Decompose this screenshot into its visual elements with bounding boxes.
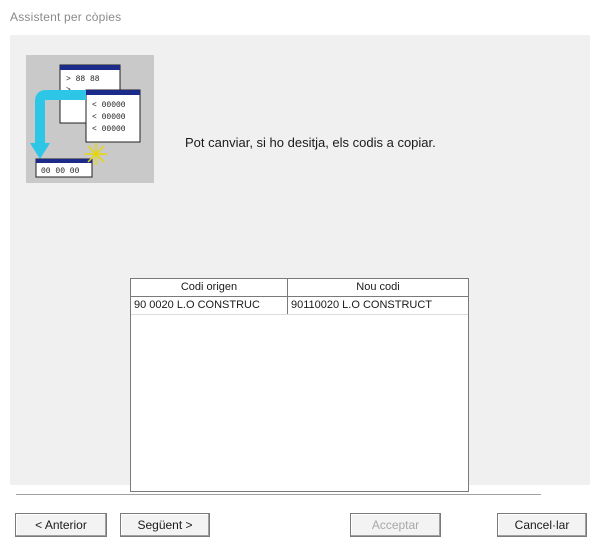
cell-source-code: 90 0020 L.O CONSTRUC bbox=[131, 297, 288, 314]
copy-arrow-head bbox=[30, 143, 50, 159]
cancel-button[interactable]: Cancel·lar bbox=[497, 513, 587, 537]
target-table-row: 00 00 00 bbox=[41, 167, 80, 176]
next-button[interactable]: Següent > bbox=[120, 513, 210, 537]
instruction-text: Pot canviar, si ho desitja, els codis a … bbox=[185, 135, 436, 150]
grid-header: Codi origen Nou codi bbox=[131, 279, 468, 297]
column-header-new-code[interactable]: Nou codi bbox=[288, 279, 468, 296]
column-header-source-code[interactable]: Codi origen bbox=[131, 279, 288, 296]
copy-wizard-window: Assistent per còpies > 88 88 > < 00000 <… bbox=[0, 0, 600, 547]
accept-button[interactable]: Acceptar bbox=[350, 513, 441, 537]
table-row[interactable]: 90 0020 L.O CONSTRUC 90110020 L.O CONSTR… bbox=[131, 297, 468, 315]
wizard-content-panel: > 88 88 > < 00000 < 00000 < 00000 00 00 … bbox=[10, 35, 590, 492]
back-table-row-1: > 88 88 bbox=[66, 75, 100, 84]
front-table-row-1: < 00000 bbox=[92, 101, 126, 110]
front-table-row-3: < 00000 bbox=[92, 125, 126, 134]
window-title: Assistent per còpies bbox=[10, 10, 122, 24]
front-table-row-2: < 00000 bbox=[92, 113, 126, 122]
previous-button[interactable]: < Anterior bbox=[15, 513, 107, 537]
copy-wizard-icon: > 88 88 > < 00000 < 00000 < 00000 00 00 … bbox=[26, 55, 154, 183]
code-grid[interactable]: Codi origen Nou codi 90 0020 L.O CONSTRU… bbox=[130, 278, 469, 492]
cell-new-code[interactable]: 90110020 L.O CONSTRUCT bbox=[288, 297, 468, 314]
footer-separator bbox=[16, 494, 541, 495]
sparkle-icon bbox=[85, 143, 107, 165]
